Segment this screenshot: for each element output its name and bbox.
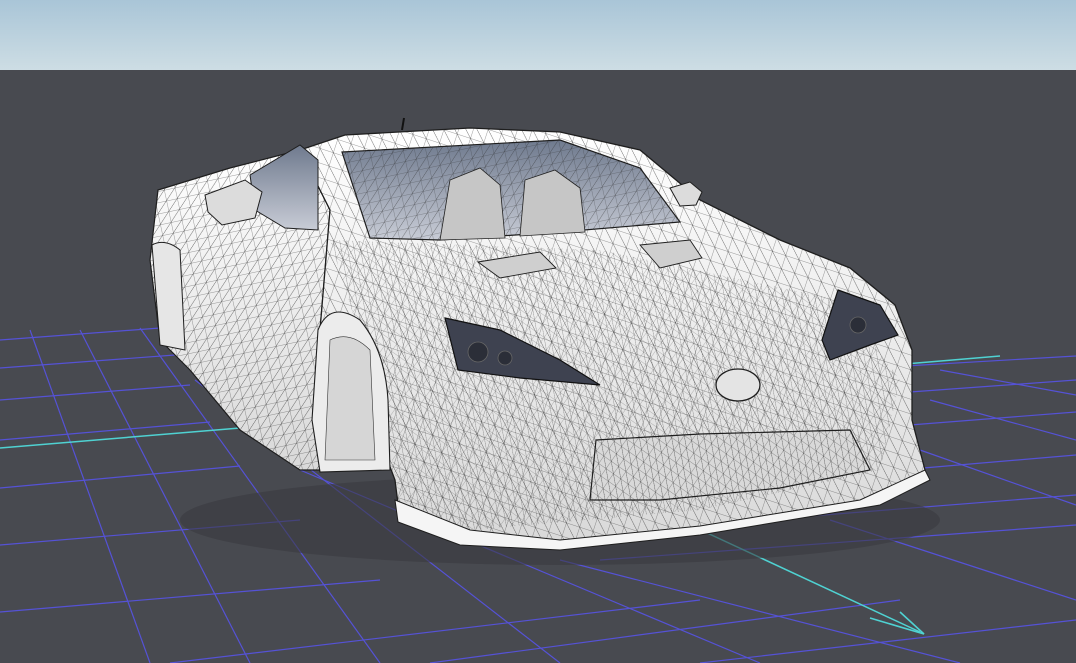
sky-backdrop — [0, 0, 1076, 70]
3d-viewport[interactable] — [0, 0, 1076, 663]
viewport-scene[interactable] — [0, 0, 1076, 663]
front-badge — [715, 368, 761, 402]
